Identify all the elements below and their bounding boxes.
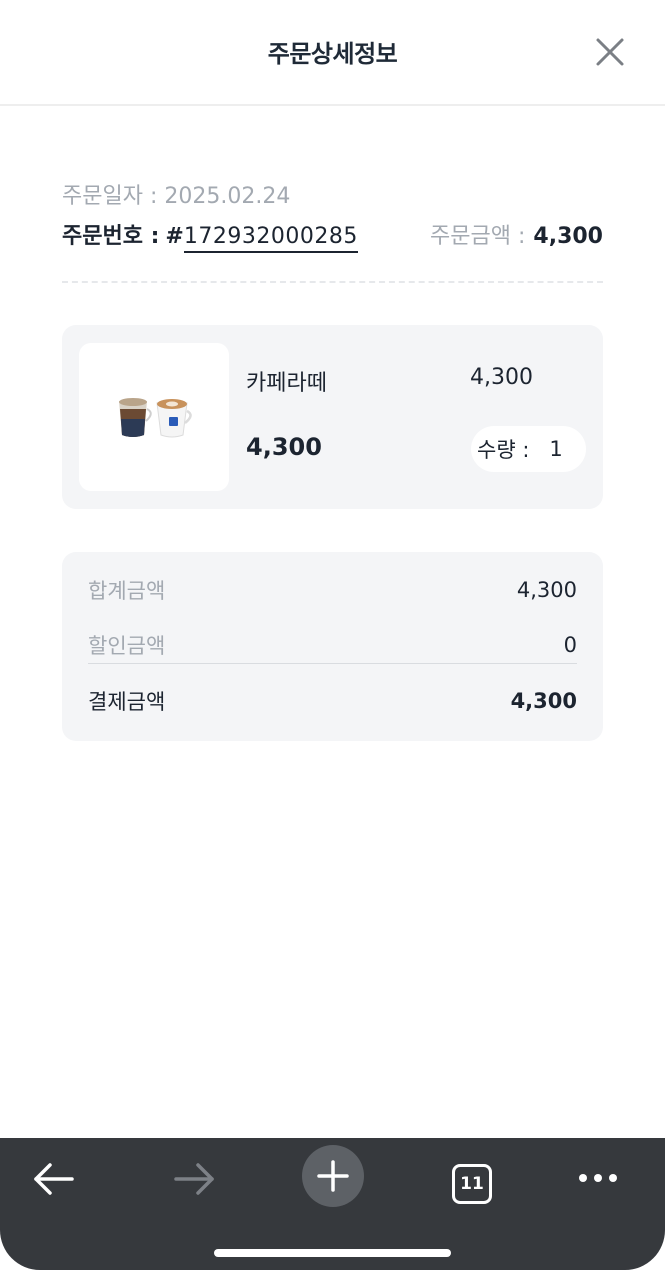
back-arrow-icon bbox=[34, 1163, 74, 1195]
order-number-value[interactable]: 172932000285 bbox=[183, 224, 358, 253]
tabs-button[interactable]: 11 bbox=[442, 1154, 502, 1214]
total-label: 결제금액 bbox=[88, 690, 166, 714]
product-name: 카페라떼 bbox=[246, 371, 327, 396]
quantity-badge: 수량 : 1 bbox=[471, 426, 586, 472]
page-title: 주문상세정보 bbox=[267, 40, 398, 68]
dashed-divider bbox=[62, 281, 603, 283]
total-row: 결제금액 4,300 bbox=[88, 686, 577, 716]
subtotal-label: 합계금액 bbox=[88, 579, 166, 603]
product-card: 카페라떼 4,300 4,300 수량 : 1 bbox=[62, 325, 603, 509]
order-detail-page: 주문상세정보 주문일자 : 2025.02.24 주문번호 : # 172932… bbox=[0, 0, 665, 1270]
subtotal-value: 4,300 bbox=[516, 578, 577, 602]
more-button[interactable] bbox=[568, 1154, 628, 1214]
close-icon bbox=[596, 38, 624, 66]
order-date: 주문일자 : 2025.02.24 bbox=[62, 184, 291, 209]
tabs-icon: 11 bbox=[452, 1164, 492, 1204]
order-number-row: 주문번호 : # 172932000285 bbox=[62, 218, 358, 253]
quantity-label: 수량 : bbox=[477, 438, 530, 462]
more-dots-icon bbox=[579, 1174, 617, 1182]
quantity-value: 1 bbox=[549, 437, 563, 461]
order-number-label: 주문번호 : bbox=[62, 224, 160, 249]
forward-button[interactable] bbox=[164, 1154, 224, 1214]
header: 주문상세정보 bbox=[0, 0, 665, 106]
close-button[interactable] bbox=[590, 32, 630, 72]
new-tab-button[interactable] bbox=[302, 1145, 364, 1207]
discount-row: 할인금액 0 bbox=[88, 630, 577, 664]
subtotal-row: 합계금액 4,300 bbox=[88, 575, 577, 605]
home-indicator[interactable] bbox=[214, 1249, 451, 1257]
plus-icon bbox=[317, 1160, 349, 1192]
order-amount-label: 주문금액 : bbox=[430, 224, 526, 249]
order-number-hash: # bbox=[165, 224, 184, 249]
forward-arrow-icon bbox=[174, 1163, 214, 1195]
product-image bbox=[79, 343, 229, 491]
coffee-cups-icon bbox=[119, 398, 192, 438]
back-button[interactable] bbox=[24, 1154, 84, 1214]
order-amount-value: 4,300 bbox=[533, 224, 603, 249]
discount-value: 0 bbox=[563, 633, 577, 657]
total-value: 4,300 bbox=[510, 689, 577, 713]
product-unit-price: 4,300 bbox=[470, 365, 533, 390]
order-amount: 주문금액 : 4,300 bbox=[430, 218, 603, 250]
product-price: 4,300 bbox=[246, 433, 322, 461]
discount-label: 할인금액 bbox=[88, 634, 166, 658]
